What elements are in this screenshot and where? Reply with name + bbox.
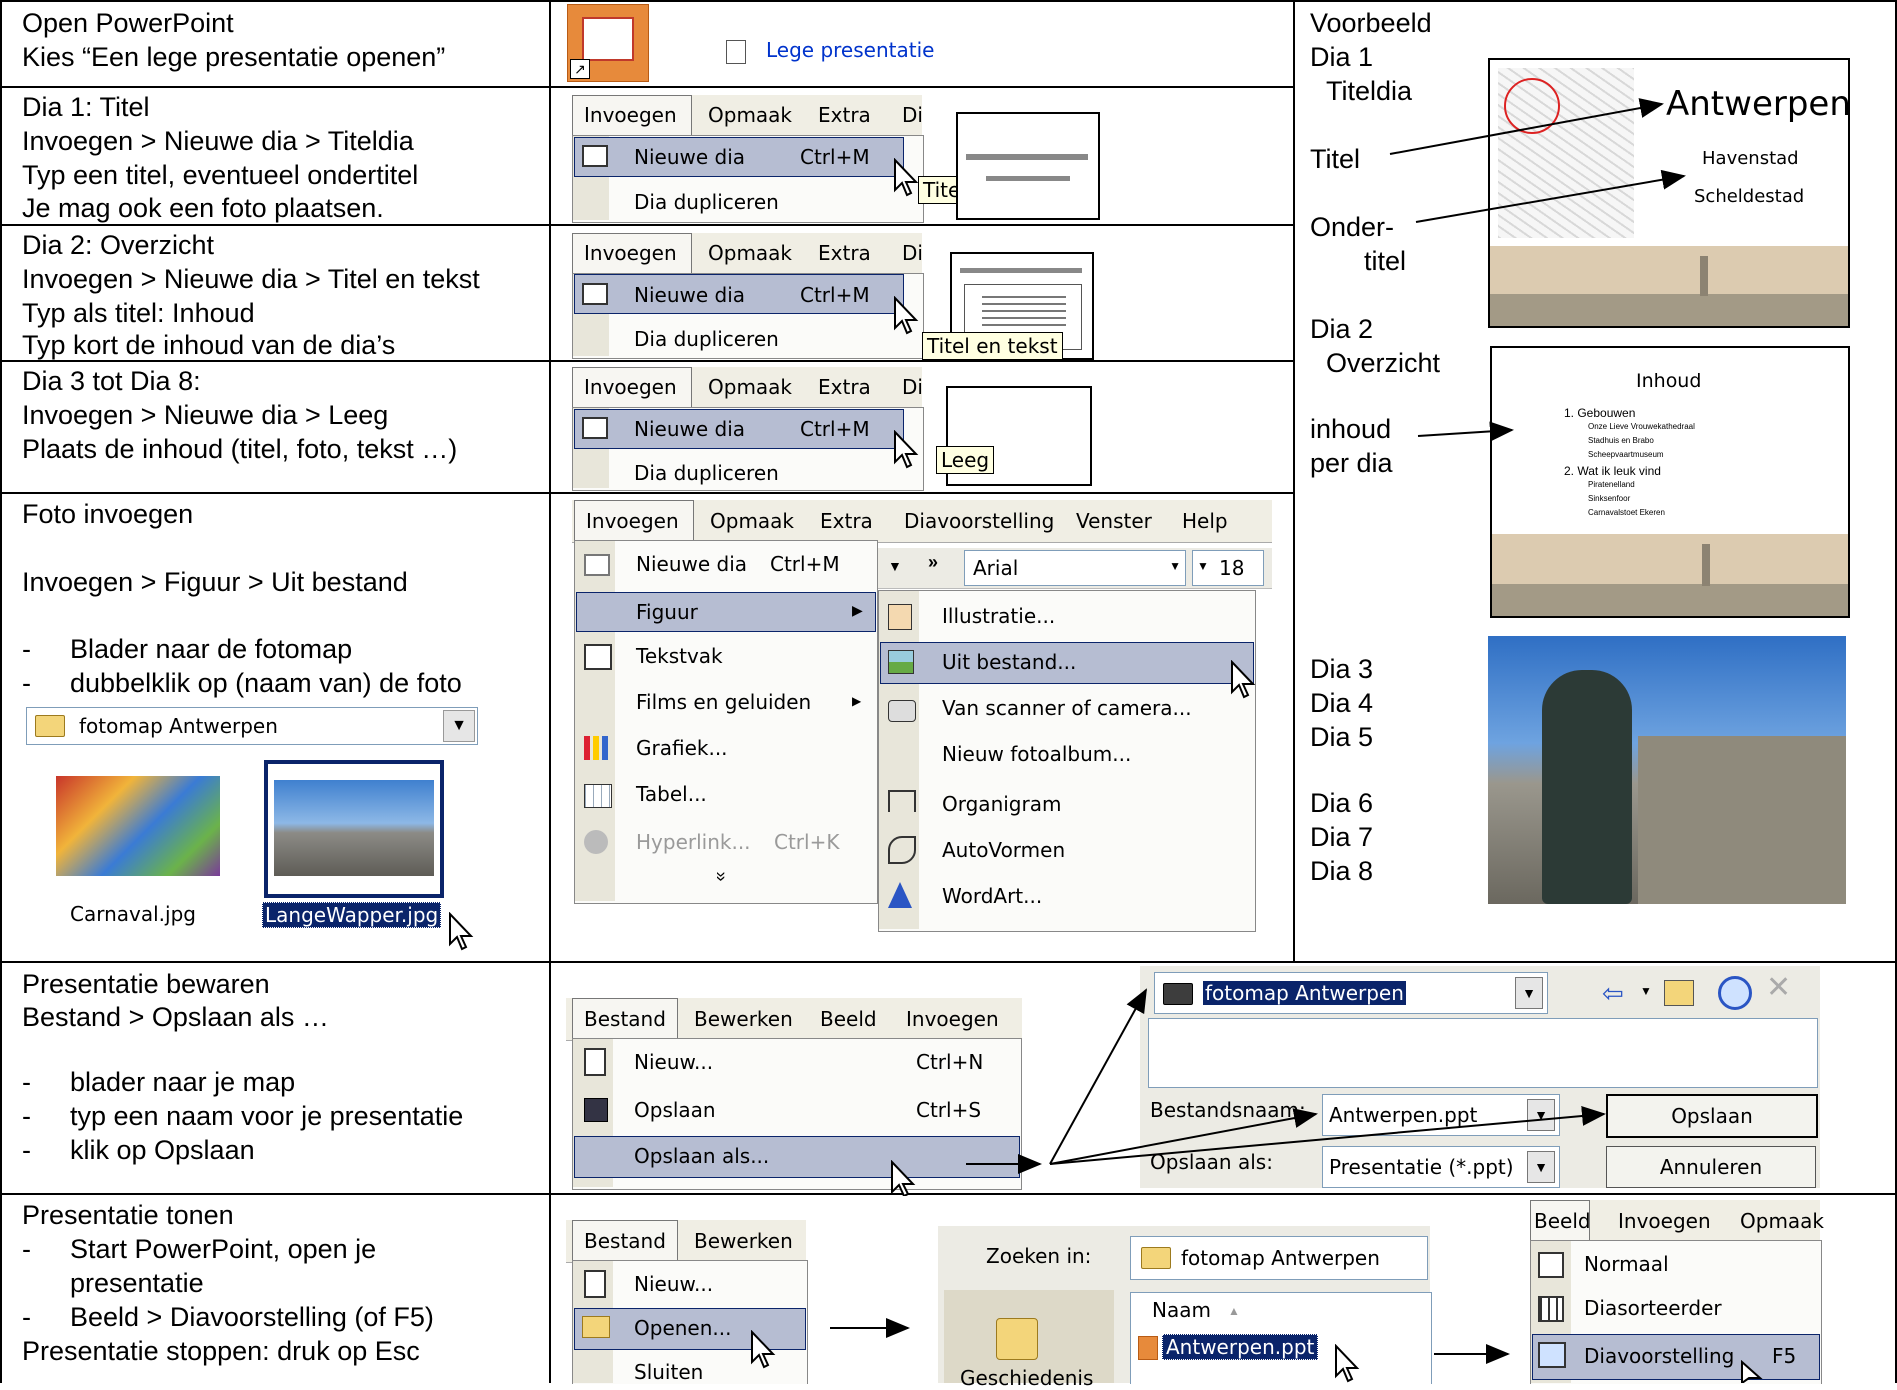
arrow-to-opslaan	[1049, 1106, 1606, 1165]
arrow-inhoud	[1417, 421, 1514, 442]
arrow-to-folder	[1049, 988, 1147, 1165]
arrow-titel	[1389, 98, 1664, 155]
arrow-to-bestandsnaam	[1049, 1108, 1318, 1165]
arrow-overlay	[830, 98, 1686, 1364]
arrow-ondertitel	[1415, 169, 1686, 223]
